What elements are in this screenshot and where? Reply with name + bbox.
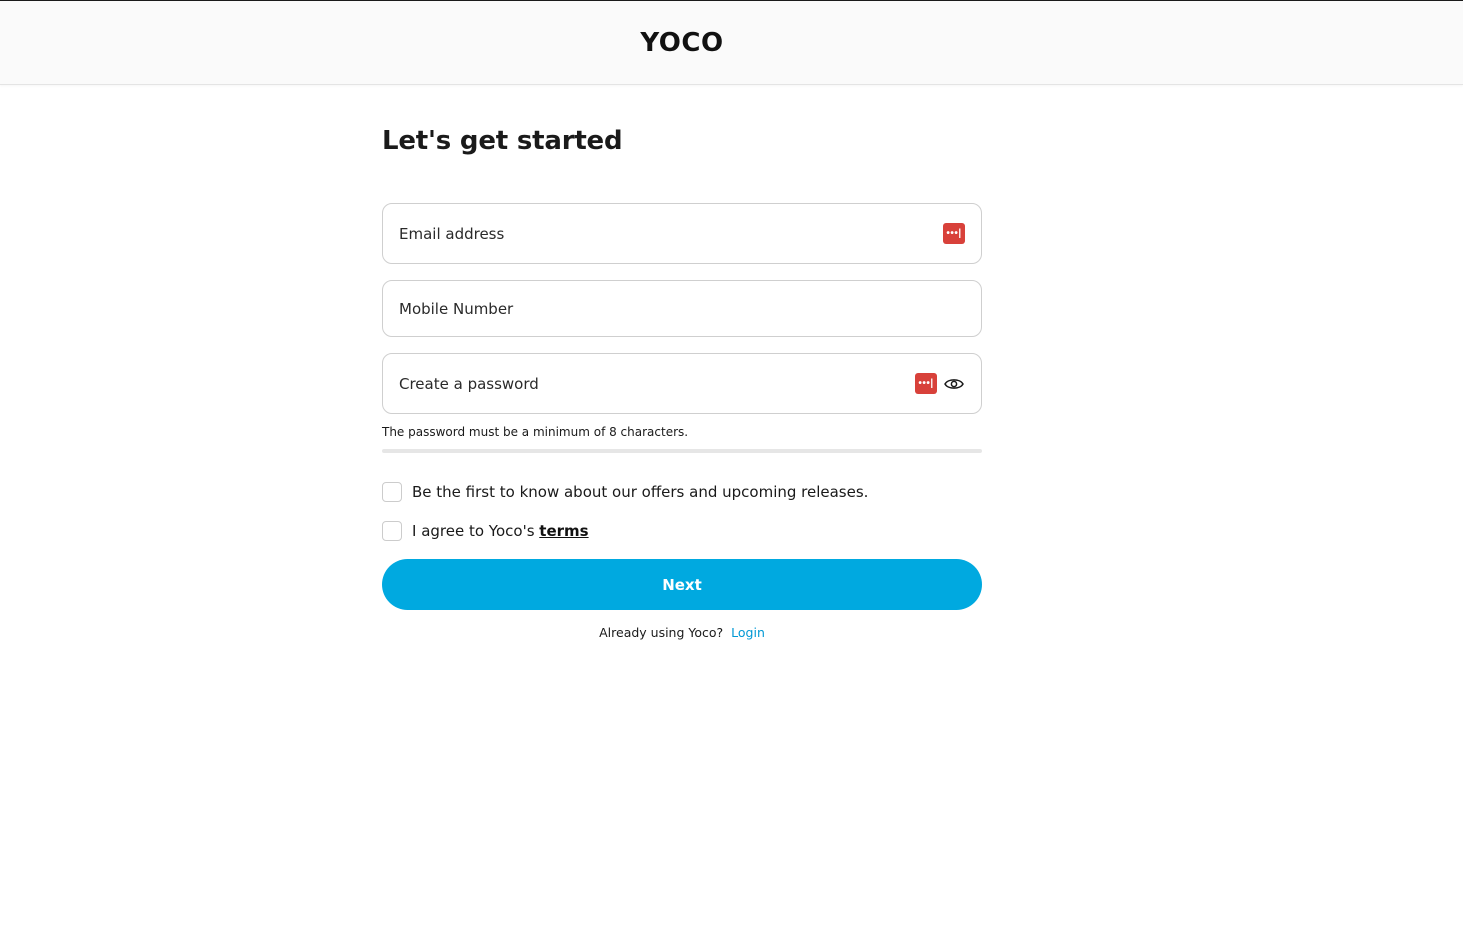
login-prompt-row: Already using Yoco? Login	[382, 625, 982, 640]
password-field[interactable]: •••|	[382, 353, 982, 414]
terms-checkbox-row[interactable]: I agree to Yoco's terms	[382, 521, 589, 541]
mobile-input[interactable]	[399, 299, 965, 318]
password-hint: The password must be a minimum of 8 char…	[382, 425, 689, 439]
mobile-field[interactable]	[382, 280, 982, 337]
terms-checkbox[interactable]	[382, 521, 402, 541]
password-strength-bar	[382, 449, 982, 453]
eye-icon[interactable]	[943, 373, 965, 395]
email-input[interactable]	[399, 224, 935, 243]
terms-checkbox-label[interactable]: I agree to Yoco's terms	[412, 522, 589, 540]
terms-prefix: I agree to Yoco's	[412, 522, 540, 540]
login-link[interactable]: Login	[731, 625, 765, 640]
offers-checkbox-row[interactable]: Be the first to know about our offers an…	[382, 482, 868, 502]
password-input[interactable]	[399, 374, 907, 393]
email-field[interactable]: •••|	[382, 203, 982, 264]
next-button[interactable]: Next	[382, 559, 982, 610]
page-title: Let's get started	[382, 126, 623, 156]
terms-link[interactable]: terms	[539, 522, 588, 540]
offers-checkbox[interactable]	[382, 482, 402, 502]
offers-checkbox-label[interactable]: Be the first to know about our offers an…	[412, 483, 868, 501]
password-manager-icon[interactable]: •••|	[943, 223, 965, 244]
top-bar: YOCO	[0, 0, 1463, 85]
password-manager-icon[interactable]: •••|	[915, 373, 937, 394]
yoco-logo[interactable]: YOCO	[639, 28, 725, 58]
login-prompt: Already using Yoco?	[599, 625, 724, 640]
